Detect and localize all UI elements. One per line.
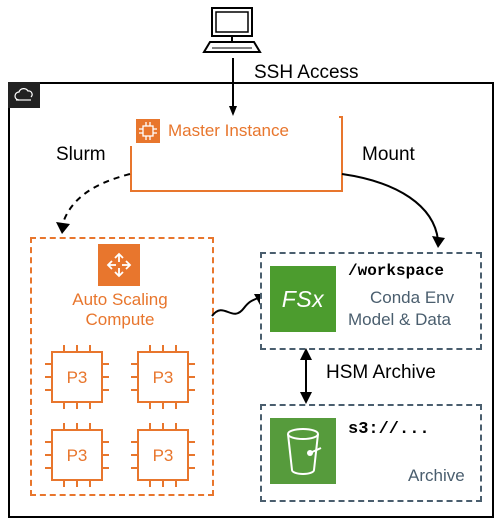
workspace-path: /workspace [348,262,444,280]
cloud-icon [8,82,40,108]
svg-text:P3: P3 [67,446,88,465]
p3-node: P3 [128,420,198,495]
master-instance-label: Master Instance [168,121,289,141]
hsm-label: HSM Archive [326,362,436,384]
ssh-arrow [229,58,237,116]
p3-label: P3 [67,368,88,387]
slurm-label: Slurm [56,144,106,166]
chip-icon [136,119,160,143]
conda-label: Conda Env [370,288,454,308]
workstation-icon [200,4,264,60]
scaling-icon [98,244,140,286]
svg-text:P3: P3 [153,446,174,465]
slurm-arrow [50,168,140,238]
modeldata-label: Model & Data [348,310,451,330]
mount-arrow [338,168,448,252]
master-instance-header: Master Instance [130,116,339,146]
fsx-icon: FSx [270,266,336,332]
ssh-label: SSH Access [254,62,359,84]
p3-node: P3 [128,342,198,417]
mount-label: Mount [362,144,415,166]
autoscaling-label: Auto Scaling Compute [30,290,210,330]
p3-node: P3 [42,342,112,417]
svg-text:P3: P3 [153,368,174,387]
s3-path: s3://... [348,420,430,439]
hsm-arrow [298,348,314,404]
s3-icon [270,418,336,484]
archive-label: Archive [408,466,465,486]
p3-node: P3 [42,420,112,495]
